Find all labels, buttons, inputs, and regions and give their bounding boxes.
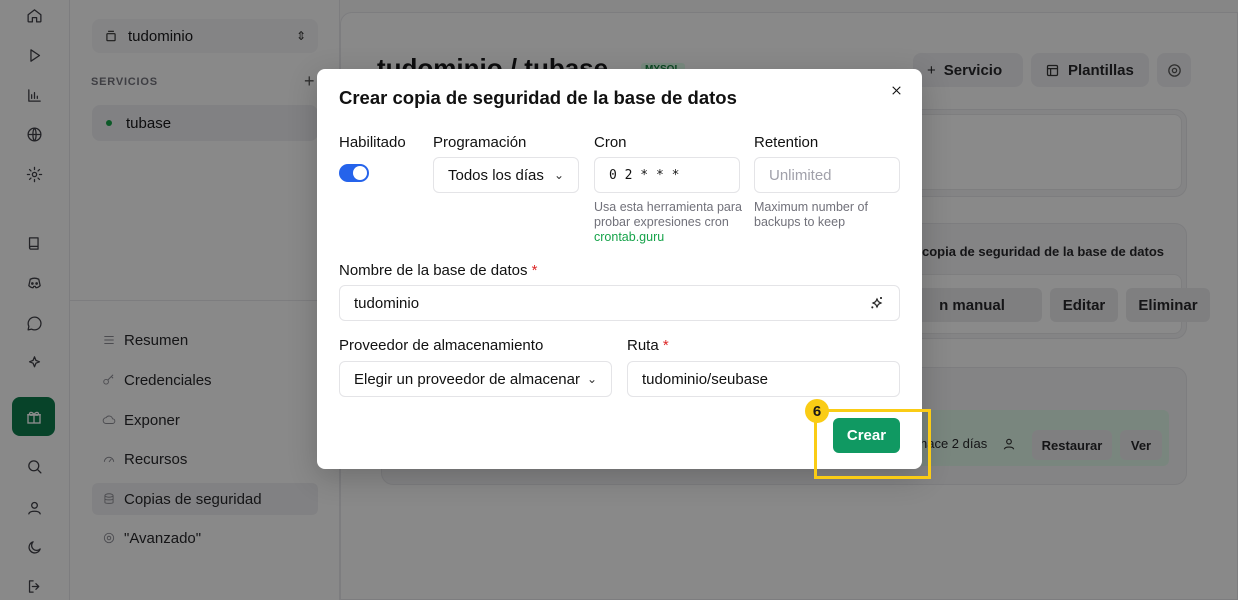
- crontab-guru-link[interactable]: crontab.guru: [594, 230, 664, 244]
- path-label-text: Ruta: [627, 337, 659, 354]
- retention-input[interactable]: Unlimited: [754, 157, 900, 193]
- retention-label: Retention: [754, 134, 819, 151]
- sparkles-icon[interactable]: [869, 295, 885, 311]
- required-mark: *: [662, 337, 669, 354]
- required-mark: *: [531, 262, 538, 279]
- cron-hint: Usa esta herramienta para probar expresi…: [594, 200, 744, 245]
- chevron-down-icon: ⌄: [553, 168, 564, 182]
- cron-input[interactable]: 0 2 * * *: [594, 157, 740, 193]
- dbname-label-text: Nombre de la base de datos: [339, 262, 528, 279]
- schedule-value: Todos los días: [448, 166, 544, 184]
- chevron-down-icon: ⌄: [586, 372, 597, 386]
- path-label: Ruta *: [627, 337, 669, 354]
- dbname-label: Nombre de la base de datos *: [339, 262, 537, 279]
- storage-value: Elegir un proveedor de almacenar: [354, 370, 580, 388]
- close-icon[interactable]: [887, 81, 905, 99]
- cron-hint-text: Usa esta herramienta para probar expresi…: [594, 200, 742, 229]
- schedule-label: Programación: [433, 134, 527, 151]
- dbname-input[interactable]: tudominio: [339, 285, 900, 321]
- dbname-value: tudominio: [354, 294, 420, 312]
- storage-select[interactable]: Elegir un proveedor de almacenar ⌄: [339, 361, 612, 397]
- step-badge: 6: [805, 399, 829, 423]
- path-input[interactable]: tudominio/seubase: [627, 361, 900, 397]
- storage-label: Proveedor de almacenamiento: [339, 337, 544, 354]
- tutorial-highlight: [814, 409, 931, 479]
- retention-hint: Maximum number of backups to keep: [754, 200, 868, 229]
- enabled-label: Habilitado: [339, 134, 406, 151]
- cron-label: Cron: [594, 134, 627, 151]
- enabled-toggle[interactable]: [339, 164, 369, 182]
- schedule-select[interactable]: Todos los días ⌄: [433, 157, 579, 193]
- dialog-title: Crear copia de seguridad de la base de d…: [339, 87, 737, 108]
